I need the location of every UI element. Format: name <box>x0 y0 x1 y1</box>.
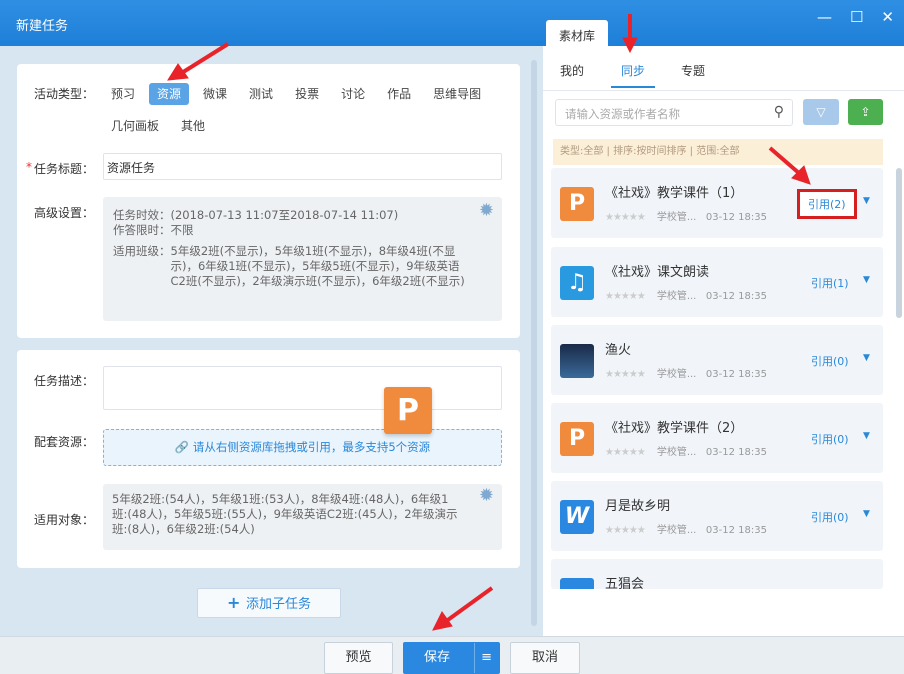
arrow-icon <box>768 146 802 176</box>
arrow-icon <box>178 42 230 76</box>
arrow-icon <box>443 586 494 624</box>
arrow-head-icon <box>622 37 638 54</box>
annotation-arrows <box>167 14 811 631</box>
